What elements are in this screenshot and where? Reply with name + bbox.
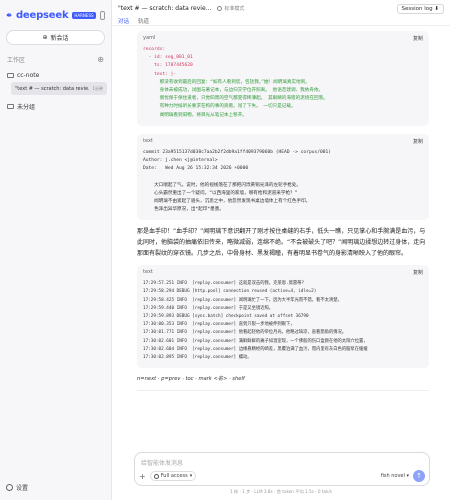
tab-chat[interactable]: 对话 bbox=[118, 17, 129, 25]
code-line: Author: j.chen <j@internal> bbox=[143, 158, 218, 164]
copy-button[interactable]: 复制 bbox=[413, 35, 423, 42]
yaml-code-block: yaml 复制 records: - id: seg_001_01 ts: 17… bbox=[137, 31, 429, 126]
code-line: 闻明璃不由紧起了眉头，沉思之中，他忽然发现书桌边墙体上有个红色手印。 bbox=[143, 199, 311, 205]
code-line: 17:30:02.604 INFO [replay.consumer] 边缘悬精… bbox=[143, 346, 368, 352]
code-line: 17:29:59.440 INFO [replay.consumer] 于是又坐… bbox=[143, 305, 274, 311]
code-line: 身体未被成功，试图与著记本，与边归交学位开照离。 他语音建调、我依舟依。 bbox=[143, 88, 324, 94]
command-hint: n=next · p=prev · toc · mark <名> · shelf bbox=[137, 376, 245, 383]
mode-icon bbox=[217, 6, 223, 11]
attach-icon[interactable]: + bbox=[139, 472, 146, 481]
chat-title: "text # — scratch: data revie... bbox=[15, 85, 91, 92]
git-code-block: text 复制 commit 23a9515137d038c7aa2b2f2db… bbox=[137, 133, 429, 221]
code-line: text: |- bbox=[143, 71, 177, 77]
chat-bubble-icon: ⊕ bbox=[42, 34, 48, 41]
settings-button[interactable]: 设置 bbox=[6, 483, 28, 492]
chat-time: 1分钟 bbox=[92, 85, 103, 91]
topbar: "text # — scratch: data revie... 标准模式 Se… bbox=[112, 0, 450, 17]
code-line: 色泽出异华原况，出*起印*墨墨。 bbox=[143, 207, 224, 213]
folder-item[interactable]: cc-note bbox=[0, 68, 111, 82]
code-line: - id: seg_001_01 bbox=[143, 55, 193, 61]
code-body: 17:29:57.251 INFO [replay.consumer] 这就是双… bbox=[137, 278, 429, 368]
code-line: 闻明璃看到旧物，将目光从笔记本上移开。 bbox=[143, 112, 247, 118]
logo-badge: HARNESS bbox=[72, 11, 96, 19]
model-select[interactable]: fish novel ▾ bbox=[381, 473, 409, 479]
mode-label: 标准模式 bbox=[224, 6, 245, 12]
session-log-button[interactable]: Session log ⬇ bbox=[396, 3, 444, 14]
add-folder-icon[interactable]: ⊕ bbox=[97, 55, 104, 64]
copy-button[interactable]: 复制 bbox=[413, 269, 423, 276]
code-lang: yaml bbox=[143, 35, 156, 41]
sidebar-collapse-icon[interactable] bbox=[99, 10, 105, 20]
code-block-header: text 复制 bbox=[137, 134, 429, 147]
sidebar: deepseek HARNESS ⊕ 新会话 工作区 ⊕ cc-note "te… bbox=[0, 0, 112, 500]
code-line: 僧忧保于保住道者，只觉四周的空气都变得稀薄起。 其眼睛的海错的泥绕在回落。 bbox=[143, 96, 328, 102]
message-input[interactable]: 给智能体发消息 bbox=[141, 458, 183, 467]
composer-toolbar: + Full access ▾ fish novel ▾ ↑ bbox=[139, 470, 425, 482]
access-mode-select[interactable]: Full access ▾ bbox=[149, 471, 197, 481]
whale-logo-icon bbox=[6, 13, 12, 17]
logo-text: deepseek bbox=[15, 9, 69, 21]
new-chat-label: 新会话 bbox=[50, 35, 69, 42]
ungrouped-folder[interactable]: 未分组 bbox=[0, 99, 111, 113]
code-line: 17:29:57.251 INFO [replay.consumer] 这就是双… bbox=[143, 281, 305, 287]
model-label: fish novel bbox=[380, 473, 405, 479]
code-line: 17:30:00.353 INFO [replay.consumer] 直到只裂… bbox=[143, 322, 295, 328]
access-mode-label: Full access bbox=[160, 473, 188, 479]
code-block-header: text 复制 bbox=[137, 265, 429, 278]
code-body: commit 23a9515137d038c7aa2b2f2db9a1ff409… bbox=[137, 147, 429, 221]
workspace-section: 工作区 ⊕ bbox=[0, 55, 111, 64]
gear-icon bbox=[6, 484, 13, 491]
new-chat-button[interactable]: ⊕ 新会话 bbox=[6, 30, 105, 45]
folder-icon bbox=[7, 103, 14, 109]
ungrouped-label: 未分组 bbox=[17, 103, 36, 111]
chevron-down-icon: ▾ bbox=[189, 473, 193, 479]
code-block-header: yaml 复制 bbox=[137, 31, 429, 44]
code-line: Date: Wed Aug 26 15:32:34 2026 +0000 bbox=[143, 166, 249, 172]
code-body: records: - id: seg_001_01 ts: 1787445620… bbox=[137, 44, 429, 126]
code-line: commit 23a9515137d038c7aa2b2f2db9a1ff409… bbox=[143, 149, 332, 155]
code-lang: text bbox=[143, 137, 153, 144]
mode-indicator[interactable]: 标准模式 bbox=[217, 5, 244, 12]
settings-label: 设置 bbox=[16, 485, 29, 492]
code-line: 那没有收到最后的回复：“如有人看到您，包括我。”她！闻明璃真实地到。 bbox=[143, 79, 310, 85]
code-lang: text bbox=[143, 269, 153, 276]
log-code-block: text 复制 17:29:57.251 INFO [replay.consum… bbox=[137, 265, 429, 369]
code-line: 17:30:01.771 INFO [replay.consumer] 他看起轻… bbox=[143, 330, 347, 336]
chevron-down-icon: ▾ bbox=[406, 473, 409, 479]
folder-name: cc-note bbox=[17, 71, 40, 79]
arrow-up-icon: ↑ bbox=[416, 472, 422, 480]
status-bar: 1 帧 · 1 步 · LLM 3.8s · 首 token 平均 1.5s ·… bbox=[229, 489, 333, 494]
code-line: 17:29:58.425 INFO [replay.consumer] 闻明璃忙… bbox=[143, 297, 342, 303]
workspace-label: 工作区 bbox=[7, 57, 26, 64]
tab-track[interactable]: 轨道 bbox=[138, 17, 149, 25]
code-line: 有种力时候听长要求在构的事的资看。闯了下失。 一切只是记载。 bbox=[143, 104, 296, 110]
composer[interactable]: 给智能体发消息 + Full access ▾ fish novel ▾ ↑ bbox=[134, 452, 430, 486]
code-line: 心头霸然重出了一个疑问。“以西海里的家墙，哪有枪和泥道采学枪？” bbox=[143, 190, 298, 196]
message-paragraph: 那是血手印！“血手印？”闻明璃下意识翻开了刚才按住桌缝的右手，低头一瞧，只见掌心… bbox=[137, 228, 426, 257]
code-line: 17:29:58.294 DEBUG [http.pool] connectio… bbox=[143, 289, 317, 295]
chat-list-item[interactable]: "text # — scratch: data revie... 1分钟 bbox=[11, 82, 107, 95]
code-line: 17:30:02.895 INFO [replay.consumer] 蠕动。 bbox=[143, 355, 252, 361]
send-button[interactable]: ↑ bbox=[413, 470, 425, 482]
shield-icon bbox=[153, 473, 159, 479]
page-title: "text # — scratch: data revie... bbox=[118, 5, 212, 12]
code-line: 17:30:02.601 INFO [replay.consumer] 满鲜鲜鲜… bbox=[143, 338, 368, 344]
code-line: 17:29:59.893 DEBUG [sync.batch] checkpoi… bbox=[143, 314, 309, 320]
code-line: 大口喘起了气。说时，他的视线落在了那把闪烁黄铜光泽的左轮手枪处。 bbox=[143, 182, 302, 188]
divider bbox=[137, 390, 429, 392]
tab-bar: 对话 轨道 bbox=[112, 17, 450, 26]
composer-right: fish novel ▾ ↑ bbox=[381, 470, 425, 482]
code-line: records: bbox=[143, 47, 166, 52]
logo-row: deepseek HARNESS bbox=[0, 0, 111, 30]
folder-icon bbox=[7, 72, 14, 78]
conversation-content: yaml 复制 records: - id: seg_001_01 ts: 17… bbox=[137, 27, 429, 392]
code-line: ts: 1787445620 bbox=[143, 63, 193, 69]
main-panel: "text # — scratch: data revie... 标准模式 Se… bbox=[112, 0, 450, 500]
copy-button[interactable]: 复制 bbox=[413, 138, 423, 145]
